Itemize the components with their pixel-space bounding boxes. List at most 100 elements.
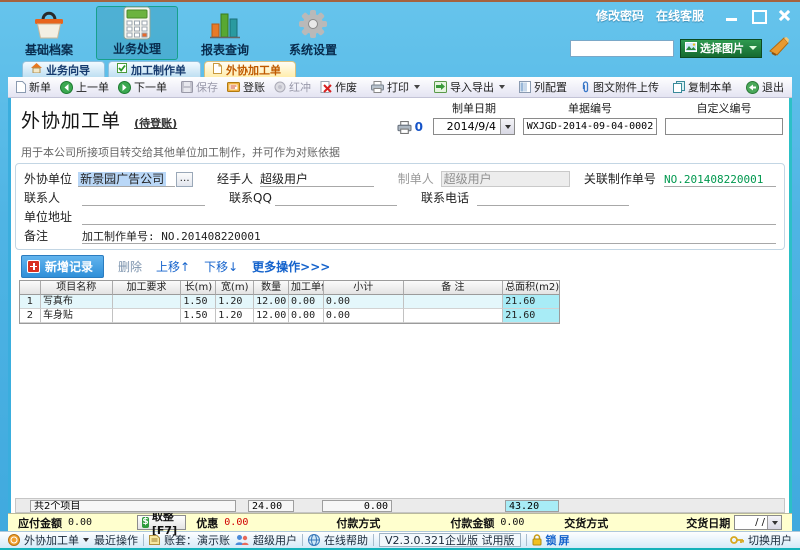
tab-business-wizard[interactable]: 业务向导 xyxy=(22,61,105,77)
status-link[interactable]: (待登账) xyxy=(134,117,177,130)
document-tabs: 业务向导 加工制作单 外协加工单 xyxy=(0,60,800,77)
version-info: V2.3.0.321企业版 试用版 xyxy=(379,533,521,547)
phone-input[interactable] xyxy=(477,191,629,206)
current-user[interactable]: 超级用户 xyxy=(235,532,297,548)
date-input[interactable]: 2014/9/4 xyxy=(433,118,515,135)
statusbar-separator xyxy=(143,534,144,546)
chart-icon xyxy=(208,6,242,41)
horn-icon[interactable] xyxy=(768,35,790,61)
print-button[interactable]: 打印 xyxy=(367,78,424,96)
table-row[interactable]: 1 写真布 1.50 1.20 12.00 0.00 0.00 21.60 xyxy=(20,295,559,309)
change-password-link[interactable]: 修改密码 xyxy=(596,7,644,24)
form-row-4: 备注 加工制作单号: NO.201408220001 xyxy=(24,226,776,244)
delivery-date-label: 交货日期 xyxy=(686,515,730,531)
vendor-browse-button[interactable]: … xyxy=(176,172,193,187)
online-service-link[interactable]: 在线客服 xyxy=(656,7,704,24)
delete-record-button[interactable]: 删除 xyxy=(118,258,142,275)
ribbon-item-base-archive[interactable]: 基础档案 xyxy=(8,6,90,60)
ribbon-item-label: 基础档案 xyxy=(25,41,73,58)
table-row[interactable]: 2 车身贴 1.50 1.20 12.00 0.00 0.00 21.60 xyxy=(20,309,559,323)
chevron-down-icon[interactable] xyxy=(500,119,514,134)
round-button[interactable]: 取整[F7] xyxy=(137,515,186,530)
account-set[interactable]: 账套：演示账 xyxy=(149,532,230,548)
coin-icon xyxy=(8,534,20,546)
paperclip-icon xyxy=(581,81,590,93)
tab-processing-order[interactable]: 加工制作单 xyxy=(108,61,201,77)
titlebar-right: 修改密码 在线客服 xyxy=(596,7,792,24)
doc-type-menu[interactable]: 外协加工单 xyxy=(8,532,89,548)
custom-number-input[interactable] xyxy=(665,118,783,135)
copy-doc-button[interactable]: 复制本单 xyxy=(669,78,736,96)
items-table: 项目名称 加工要求 长(m) 宽(m) 数量 加工单价 小计 备 注 总面积(m… xyxy=(19,280,560,324)
col-total-area: 总面积(m2) xyxy=(503,281,559,295)
related-order-label: 关联制作单号 xyxy=(584,170,664,187)
copy-icon xyxy=(673,81,685,93)
void-button[interactable]: 作废 xyxy=(316,78,361,96)
remark-input[interactable]: 加工制作单号: NO.201408220001 xyxy=(82,229,776,244)
ribbon-item-label: 业务处理 xyxy=(113,40,161,57)
import-export-button[interactable]: 导入导出 xyxy=(430,78,509,96)
app-window: 基础档案 业务处理 xyxy=(0,0,800,550)
number-field-group: 单据编号 WXJGD-2014-09-04-0002 xyxy=(523,100,657,135)
online-help[interactable]: 在线帮助 xyxy=(308,532,368,548)
minimize-button[interactable] xyxy=(724,9,740,22)
image-icon xyxy=(685,42,697,55)
ribbon-item-settings[interactable]: 系统设置 xyxy=(272,6,354,60)
date-label: 制单日期 xyxy=(452,100,496,116)
vendor-input[interactable]: 新景园广告公司 xyxy=(78,172,175,187)
switch-user-button[interactable]: 切换用户 xyxy=(730,532,792,548)
form-row-2: 联系人 联系QQ 联系电话 xyxy=(24,188,776,206)
page-title: 外协加工单 xyxy=(21,106,121,133)
new-doc-button[interactable]: 新单 xyxy=(12,78,55,96)
exit-button[interactable]: 退出 xyxy=(742,78,788,96)
globe-icon xyxy=(308,534,320,546)
tab-outsource-order[interactable]: 外协加工单 xyxy=(204,61,296,77)
prev-doc-button[interactable]: 上一单 xyxy=(56,78,113,96)
chevron-down-icon[interactable] xyxy=(767,516,781,529)
document-number-field[interactable]: WXJGD-2014-09-04-0002 xyxy=(523,118,657,135)
contact-label: 联系人 xyxy=(24,189,82,206)
dollar-icon xyxy=(142,517,149,528)
maximize-button[interactable] xyxy=(750,9,766,22)
ribbon-item-reports[interactable]: 报表查询 xyxy=(184,6,266,60)
check-icon xyxy=(117,63,127,76)
contact-input[interactable] xyxy=(82,191,205,206)
col-width: 宽(m) xyxy=(216,281,254,295)
post-account-button[interactable]: 登账 xyxy=(223,78,269,96)
recent-actions[interactable]: 最近操作 xyxy=(94,532,138,548)
select-image-button[interactable]: 选择图片 xyxy=(680,39,762,58)
column-config-button[interactable]: 列配置 xyxy=(515,78,571,96)
red-reverse-button[interactable]: 红冲 xyxy=(270,78,315,96)
lock-icon xyxy=(532,534,542,546)
ledger-icon xyxy=(227,81,240,93)
print-count: 0 xyxy=(397,120,423,134)
key-icon xyxy=(730,535,744,545)
address-input[interactable] xyxy=(82,210,776,225)
delivery-date-input[interactable]: / / xyxy=(734,515,782,530)
number-label: 单据编号 xyxy=(568,100,612,116)
attachment-upload-button[interactable]: 图文附件上传 xyxy=(577,78,663,96)
import-export-icon xyxy=(434,81,447,93)
discount-value: 0.00 xyxy=(224,517,248,528)
add-record-button[interactable]: 新增记录 xyxy=(21,255,104,278)
next-doc-button[interactable]: 下一单 xyxy=(114,78,171,96)
more-actions-button[interactable]: 更多操作>>> xyxy=(252,258,330,275)
qq-input[interactable] xyxy=(275,191,397,206)
summary-qty-total: 24.00 xyxy=(248,500,294,512)
related-order-link[interactable]: NO.201408220001 xyxy=(664,172,776,187)
handler-input[interactable]: 超级用户 xyxy=(260,172,374,187)
save-button[interactable]: 保存 xyxy=(177,78,222,96)
close-button[interactable] xyxy=(776,9,792,22)
image-path-input[interactable] xyxy=(570,40,674,57)
ribbon-item-business[interactable]: 业务处理 xyxy=(96,6,178,60)
lock-screen-button[interactable]: 锁屏 xyxy=(532,532,572,548)
printer-icon xyxy=(397,121,412,134)
document-description: 用于本公司所接项目转交给其他单位加工制作，并可作为对账依据 xyxy=(21,144,785,160)
move-up-button[interactable]: 上移↑ xyxy=(156,258,190,275)
tab-label: 业务向导 xyxy=(46,62,90,78)
pay-method-label: 付款方式 xyxy=(336,515,380,531)
move-down-button[interactable]: 下移↓ xyxy=(204,258,238,275)
save-icon xyxy=(181,81,193,93)
new-doc-icon xyxy=(16,81,26,93)
col-subtotal: 小计 xyxy=(324,281,404,295)
